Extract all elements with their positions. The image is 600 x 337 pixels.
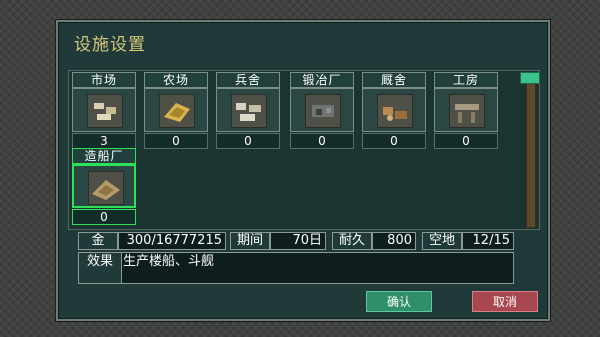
facility-count: 0	[290, 133, 354, 149]
facility-count: 0	[144, 133, 208, 149]
market-icon	[87, 94, 123, 128]
dialog-title: 设施设置	[74, 35, 146, 55]
confirm-button[interactable]: 确认	[366, 291, 432, 312]
facility-card-market[interactable]: 市场 3	[72, 72, 136, 150]
effect-text: 生产楼船、斗舰	[123, 254, 215, 269]
workshop-icon	[449, 94, 485, 128]
facility-count: 0	[72, 209, 136, 225]
facility-card-farm[interactable]: 农场 0	[144, 72, 208, 150]
facility-card-barracks[interactable]: 兵舍 0	[216, 72, 280, 150]
grid-scroll-thumb[interactable]	[520, 72, 540, 84]
facility-label: 锻冶厂	[290, 72, 354, 88]
space-value: 12/15	[462, 232, 514, 250]
shipyard-icon	[88, 171, 124, 205]
durability-value: 800	[372, 232, 416, 250]
facility-card-stable[interactable]: 厩舍 0	[362, 72, 426, 150]
effect-box: 效果 生产楼船、斗舰	[78, 252, 514, 284]
gold-label: 金	[78, 232, 118, 250]
facility-card-shipyard[interactable]: 造船厂 0	[72, 148, 136, 226]
grid-scrollbar[interactable]	[526, 80, 536, 228]
effect-label: 效果	[79, 253, 122, 283]
facility-label: 厩舍	[362, 72, 426, 88]
facility-count: 0	[362, 133, 426, 149]
durability-label: 耐久	[332, 232, 372, 250]
facility-label: 农场	[144, 72, 208, 88]
farm-icon	[159, 94, 195, 128]
facility-card-forge[interactable]: 锻冶厂 0	[290, 72, 354, 150]
cancel-button[interactable]: 取消	[472, 291, 538, 312]
period-label: 期间	[230, 232, 270, 250]
stable-icon	[377, 94, 413, 128]
facility-label: 工房	[434, 72, 498, 88]
facility-label: 市场	[72, 72, 136, 88]
forge-icon	[305, 94, 341, 128]
barracks-icon	[231, 94, 267, 128]
gold-value: 300/16777215	[118, 232, 226, 250]
facility-count: 0	[216, 133, 280, 149]
period-value: 70日	[270, 232, 326, 250]
facility-count: 3	[72, 133, 136, 149]
facility-count: 0	[434, 133, 498, 149]
facility-label: 兵舍	[216, 72, 280, 88]
space-label: 空地	[422, 232, 462, 250]
facility-card-workshop[interactable]: 工房 0	[434, 72, 498, 150]
facility-label: 造船厂	[72, 148, 136, 164]
